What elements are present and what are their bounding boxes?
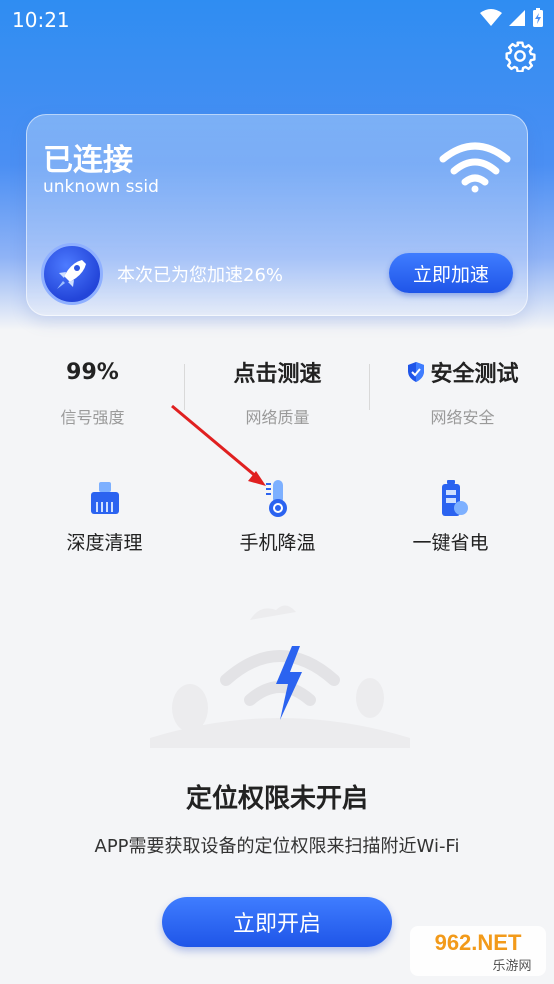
gear-icon[interactable] xyxy=(504,40,536,72)
permission-title: 定位权限未开启 xyxy=(185,784,368,814)
site-watermark: 962.NET 乐游网 xyxy=(408,922,548,980)
stats-row: 99% 信号强度 点击测速 网络质量 安全测试 网络安全 xyxy=(0,356,554,436)
tool-phone-cooling[interactable]: 手机降温 xyxy=(185,478,370,555)
stat-security-test[interactable]: 安全测试 网络安全 xyxy=(370,356,554,428)
enable-location-button[interactable]: 立即开启 xyxy=(162,897,392,947)
signal-strength-label: 信号强度 xyxy=(60,408,125,427)
accelerate-button[interactable]: 立即加速 xyxy=(389,253,513,293)
cell-signal-icon xyxy=(509,10,525,26)
tool-power-save[interactable]: 一键省电 xyxy=(358,478,543,555)
stat-speed-test[interactable]: 点击测速 网络质量 xyxy=(185,356,370,428)
phone-cooling-label: 手机降温 xyxy=(239,532,316,554)
tools-row: 深度清理 手机降温 一键省电 xyxy=(0,478,554,558)
status-icons xyxy=(480,8,544,28)
broom-icon xyxy=(90,482,119,514)
thermometer-icon xyxy=(265,480,287,517)
power-save-label: 一键省电 xyxy=(412,532,489,554)
permission-description: APP需要获取设备的定位权限来扫描附近Wi-Fi xyxy=(94,836,460,857)
network-quality-label: 网络质量 xyxy=(245,408,310,427)
status-time: 10:21 xyxy=(12,8,70,32)
wifi-signal-icon xyxy=(480,9,502,26)
security-test-value: 安全测试 xyxy=(430,362,519,387)
wifi-icon xyxy=(439,142,511,193)
network-security-label: 网络安全 xyxy=(430,408,495,427)
speed-boost-text: 本次已为您加速26% xyxy=(117,265,284,286)
shield-icon xyxy=(408,362,425,382)
watermark-subtext: 乐游网 xyxy=(492,959,531,974)
speed-test-value: 点击测速 xyxy=(233,362,322,387)
stat-signal-strength[interactable]: 99% 信号强度 xyxy=(0,356,185,428)
deep-clean-label: 深度清理 xyxy=(66,532,143,554)
ssid-label: unknown ssid xyxy=(43,177,159,197)
tool-deep-clean[interactable]: 深度清理 xyxy=(12,478,197,555)
no-wifi-illustration xyxy=(150,605,410,748)
battery-icon xyxy=(441,480,468,516)
battery-status-icon xyxy=(533,8,543,27)
signal-strength-value: 99% xyxy=(66,359,119,385)
rocket-icon xyxy=(41,243,103,305)
connection-card: 已连接 unknown ssid 本次已为您加速26% 立即加速 xyxy=(26,114,528,316)
watermark-text: 962.NET xyxy=(435,930,522,955)
status-bar: 10:21 xyxy=(0,0,554,40)
connection-status: 已连接 xyxy=(43,143,133,178)
